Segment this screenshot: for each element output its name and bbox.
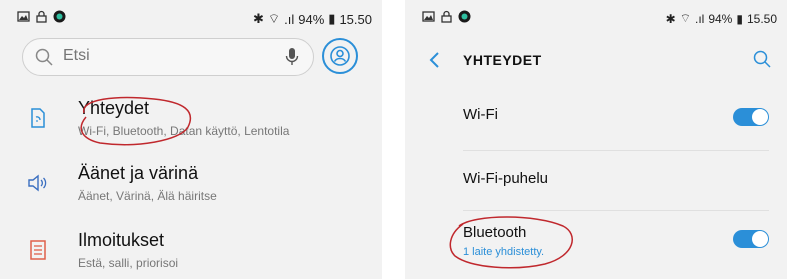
page-title: YHTEYDET: [463, 52, 542, 68]
item-title: Ilmoitukset: [78, 230, 165, 250]
setting-wifi-calling[interactable]: Wi-Fi-puhelu: [405, 152, 787, 210]
gallery-icon: [422, 11, 435, 22]
item-subtitle: Äänet, Värinä, Älä häiritse: [78, 189, 217, 203]
connections-screen: ✱ ⌔ .ıl 94% ▮ 15.50 YHTEYDET Wi-Fi Wi-Fi…: [405, 0, 787, 279]
notifications-icon: [30, 240, 46, 260]
annotation-circle: [80, 96, 192, 146]
settings-item-sounds[interactable]: Äänet ja värinä Äänet, Värinä, Älä häiri…: [0, 155, 382, 215]
annotation-circle: [449, 216, 573, 269]
wifi-status-icon: ⌔: [267, 11, 281, 26]
status-bar: ✱ ⌔ .ıl 94% ▮ 15.50: [405, 0, 787, 38]
battery-icon: ▮: [736, 11, 743, 26]
search-input[interactable]: [61, 46, 265, 66]
signal-icon: .ıl: [284, 11, 295, 27]
bluetooth-toggle[interactable]: [733, 230, 769, 248]
back-icon[interactable]: [427, 50, 441, 70]
battery-percent: 94%: [708, 11, 733, 26]
setting-bluetooth[interactable]: Bluetooth 1 laite yhdistetty.: [405, 212, 787, 279]
app-bar: YHTEYDET: [405, 38, 787, 82]
search-icon: [35, 48, 53, 66]
connections-icon: [31, 108, 45, 128]
battery-icon: ▮: [328, 11, 336, 26]
battery-percent: 94%: [298, 11, 325, 27]
item-title: Wi-Fi-puhelu: [463, 170, 549, 187]
wifi-status-icon: ⌔: [679, 11, 691, 25]
lock-icon: [441, 10, 452, 23]
settings-item-connections[interactable]: Yhteydet Wi-Fi, Bluetooth, Datan käyttö,…: [0, 90, 382, 150]
lock-icon: [36, 10, 47, 23]
clock: 15.50: [746, 11, 777, 26]
account-icon: [330, 46, 350, 66]
toggle-knob: [752, 231, 768, 247]
divider: [463, 210, 769, 211]
toggle-knob: [752, 109, 768, 125]
search-bar[interactable]: [22, 38, 314, 76]
setting-wifi[interactable]: Wi-Fi: [405, 90, 787, 150]
bluetooth-status-icon: ✱: [665, 11, 676, 26]
status-bar: ✱ ⌔ .ıl 94% ▮ 15.50: [0, 0, 382, 38]
item-title: Äänet ja värinä: [78, 163, 199, 183]
item-subtitle: Estä, salli, priorisoi: [78, 256, 179, 270]
app-icon: [458, 10, 471, 23]
sound-icon: [28, 174, 47, 192]
app-icon: [53, 10, 66, 23]
gallery-icon: [17, 11, 30, 22]
microphone-icon[interactable]: [285, 47, 299, 67]
search-icon[interactable]: [753, 50, 771, 68]
divider: [463, 150, 769, 151]
signal-icon: .ıl: [694, 11, 705, 26]
item-title: Wi-Fi: [463, 106, 498, 123]
account-button[interactable]: [322, 38, 358, 74]
settings-main-screen: ✱ ⌔ .ıl 94% ▮ 15.50 Yhteydet Wi-Fi, Blue…: [0, 0, 382, 279]
settings-item-notifications[interactable]: Ilmoitukset Estä, salli, priorisoi: [0, 222, 382, 279]
wifi-toggle[interactable]: [733, 108, 769, 126]
bluetooth-status-icon: ✱: [253, 11, 264, 26]
clock: 15.50: [339, 11, 372, 27]
